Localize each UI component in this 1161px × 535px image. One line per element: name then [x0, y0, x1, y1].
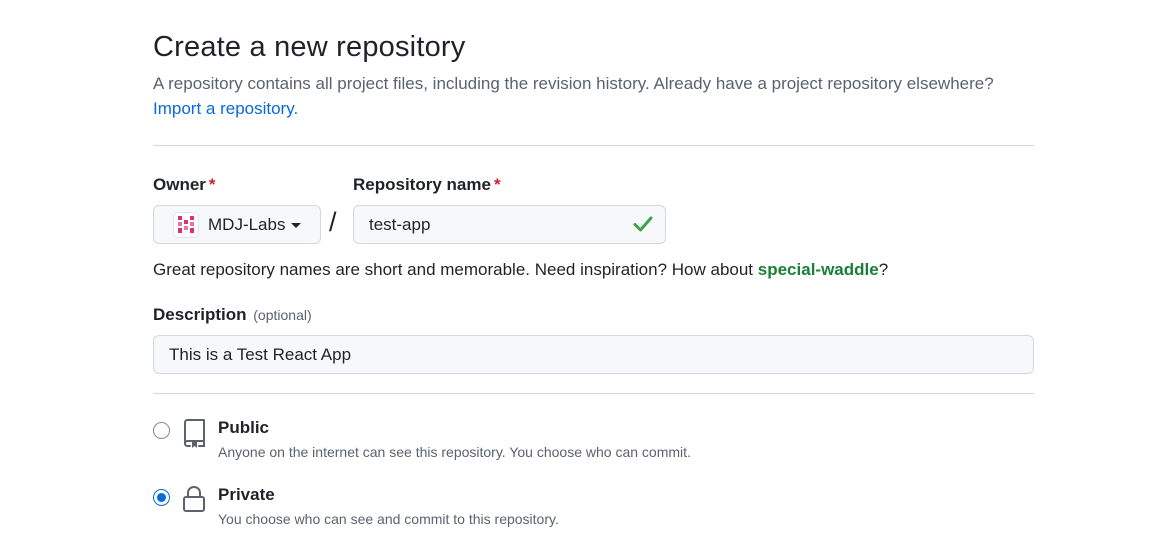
lock-icon	[181, 485, 207, 518]
description-label: Description (optional)	[153, 305, 312, 325]
hint-suffix: ?	[878, 260, 889, 279]
divider	[153, 393, 1034, 394]
name-suggestion-link[interactable]: special-waddle	[758, 260, 879, 279]
page-subtitle: A repository contains all project files,…	[153, 74, 994, 93]
private-radio[interactable]	[153, 489, 170, 506]
optional-tag: (optional)	[253, 307, 312, 323]
owner-label: Owner *	[153, 175, 216, 195]
private-description: You choose who can see and commit to thi…	[218, 511, 559, 527]
description-input[interactable]	[153, 335, 1034, 374]
visibility-option-private[interactable]: Private You choose who can see and commi…	[153, 485, 1034, 533]
visibility-option-public[interactable]: Public Anyone on the internet can see th…	[153, 418, 1034, 466]
required-mark: *	[208, 175, 216, 194]
owner-label-text: Owner	[153, 175, 206, 194]
owner-repo-separator: /	[329, 207, 337, 237]
public-radio[interactable]	[153, 422, 170, 439]
repo-name-label-text: Repository name	[353, 175, 491, 194]
required-mark: *	[493, 175, 501, 194]
public-description: Anyone on the internet can see this repo…	[218, 444, 691, 460]
description-label-text: Description	[153, 305, 247, 324]
repo-name-hint: Great repository names are short and mem…	[153, 260, 888, 280]
public-title: Public	[218, 418, 270, 437]
hint-text: Great repository names are short and mem…	[153, 260, 758, 279]
page-title: Create a new repository	[153, 31, 466, 63]
org-avatar-icon	[173, 211, 199, 238]
repo-icon	[181, 418, 207, 453]
import-repository-link[interactable]: Import a repository.	[153, 99, 298, 119]
repo-name-input[interactable]	[353, 205, 666, 244]
owner-dropdown[interactable]: MDJ-Labs	[153, 205, 321, 244]
divider	[153, 145, 1034, 146]
repo-name-label: Repository name *	[353, 175, 501, 195]
private-title: Private	[218, 485, 275, 504]
owner-name: MDJ-Labs	[208, 214, 286, 234]
check-icon	[633, 215, 653, 238]
caret-down-icon	[291, 223, 302, 228]
